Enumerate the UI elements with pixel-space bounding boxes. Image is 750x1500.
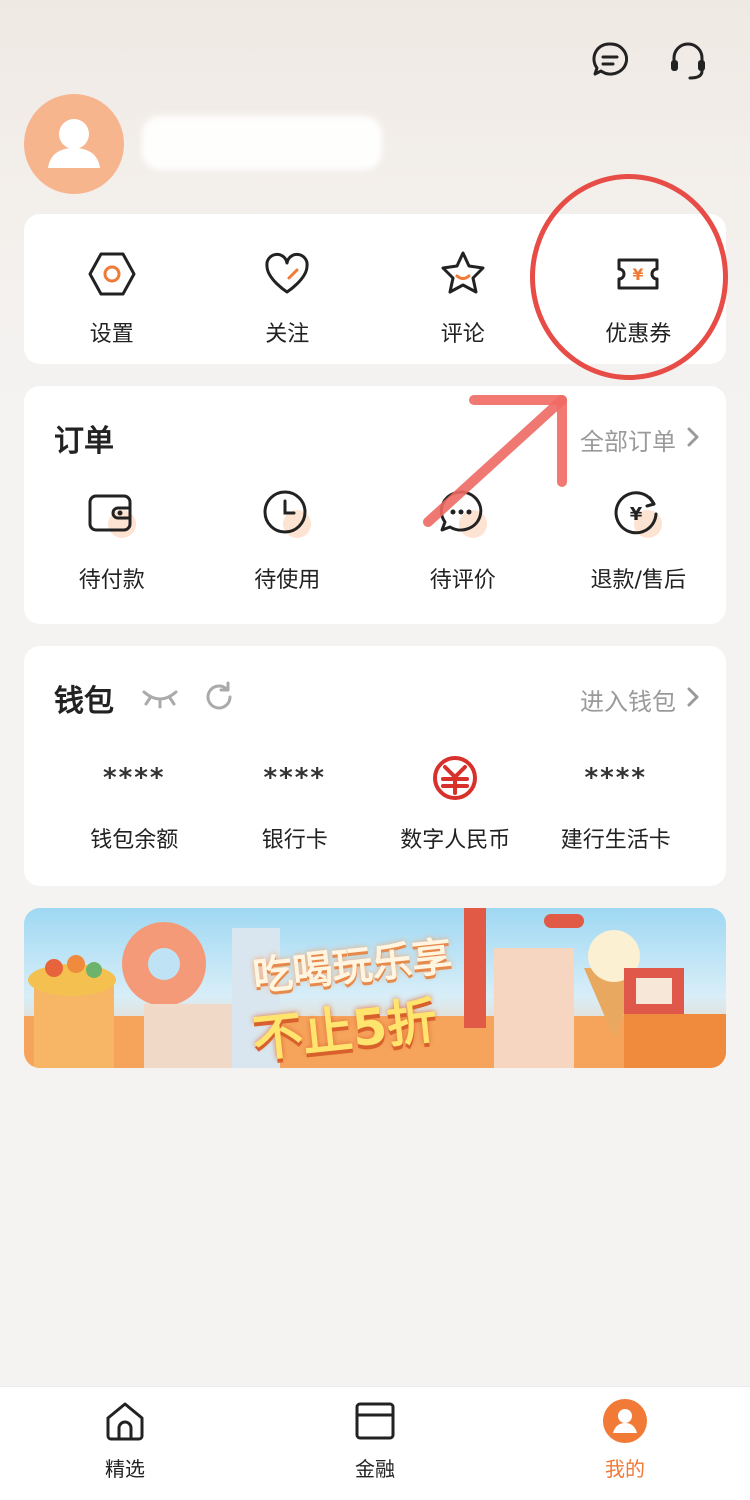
order-label: 待付款 <box>78 568 145 593</box>
card-icon <box>349 1395 401 1447</box>
message-icon[interactable] <box>586 36 634 84</box>
digital-rmb-icon <box>432 756 478 800</box>
wallet-card: 钱包 进入钱包 **** 钱包余额 **** 银行卡 数字人民币 **** 建行… <box>24 646 726 886</box>
settings-hexagon-icon <box>84 246 140 302</box>
tab-finance[interactable]: 金融 <box>250 1387 500 1500</box>
wallet-row: **** 钱包余额 **** 银行卡 数字人民币 **** 建行生活卡 <box>54 756 697 854</box>
quick-label: 评论 <box>440 322 485 347</box>
username-redacted <box>142 116 382 170</box>
coupon-icon: ¥ <box>610 246 666 302</box>
hide-eye-icon[interactable] <box>140 682 180 714</box>
clock-icon <box>255 482 319 546</box>
heart-icon <box>259 246 315 302</box>
order-to-use[interactable]: 待使用 <box>200 482 376 594</box>
tab-label: 我的 <box>605 1457 645 1481</box>
order-label: 退款/售后 <box>590 568 686 593</box>
wallet-label: 建行生活卡 <box>560 828 671 853</box>
wallet-balance[interactable]: **** 钱包余额 <box>54 758 215 854</box>
svg-text:¥: ¥ <box>630 504 643 525</box>
wallet-bank-card[interactable]: **** 银行卡 <box>215 758 376 854</box>
quick-label: 设置 <box>89 322 134 347</box>
quick-review[interactable]: 评论 <box>375 214 551 364</box>
wallet-life-card[interactable]: **** 建行生活卡 <box>536 758 697 854</box>
quick-settings[interactable]: 设置 <box>24 214 200 364</box>
quick-actions-card: 设置 关注 评论 ¥ 优惠券 <box>24 214 726 364</box>
wallet-title: 钱包 <box>54 684 114 719</box>
tab-label: 金融 <box>355 1457 395 1481</box>
tab-mine[interactable]: 我的 <box>500 1387 750 1500</box>
header-actions <box>586 36 712 84</box>
wallet-value: **** <box>263 763 326 793</box>
wallet-value: **** <box>584 763 647 793</box>
wallet-value: **** <box>103 763 166 793</box>
order-label: 待使用 <box>254 568 321 593</box>
home-icon <box>99 1395 151 1447</box>
wallet-label: 钱包余额 <box>90 828 179 853</box>
orders-title: 订单 <box>54 424 114 459</box>
quick-label: 优惠券 <box>605 322 672 347</box>
star-icon <box>435 246 491 302</box>
wallet-icon <box>80 482 144 546</box>
chat-bubble-icon <box>431 482 495 546</box>
chevron-right-icon <box>684 685 702 715</box>
svg-text:¥: ¥ <box>633 265 644 284</box>
order-label: 待评价 <box>429 568 496 593</box>
refresh-icon[interactable] <box>202 680 236 718</box>
refund-icon: ¥ <box>606 482 670 546</box>
tab-label: 精选 <box>105 1457 145 1481</box>
order-refund[interactable]: ¥ 退款/售后 <box>551 482 727 594</box>
quick-label: 关注 <box>265 322 310 347</box>
chevron-right-icon <box>684 425 702 455</box>
order-pending-payment[interactable]: 待付款 <box>24 482 200 594</box>
enter-wallet-label: 进入钱包 <box>580 688 676 716</box>
customer-service-icon[interactable] <box>664 36 712 84</box>
profile-icon <box>599 1395 651 1447</box>
orders-card: 订单 全部订单 待付款 待使用 待评价 ¥ 退款/售后 <box>24 386 726 624</box>
all-orders-label: 全部订单 <box>580 428 676 456</box>
avatar[interactable] <box>24 94 124 194</box>
quick-coupon[interactable]: ¥ 优惠券 <box>551 214 727 364</box>
tab-featured[interactable]: 精选 <box>0 1387 250 1500</box>
wallet-digital-rmb[interactable]: 数字人民币 <box>375 756 536 854</box>
promo-banner[interactable]: 吃喝玩乐享 不止5折 <box>24 908 726 1068</box>
wallet-label: 数字人民币 <box>400 828 511 853</box>
quick-follow[interactable]: 关注 <box>200 214 376 364</box>
all-orders-link[interactable]: 全部订单 <box>580 422 702 457</box>
enter-wallet-link[interactable]: 进入钱包 <box>580 682 702 717</box>
wallet-label: 银行卡 <box>261 828 328 853</box>
orders-row: 待付款 待使用 待评价 ¥ 退款/售后 <box>24 482 726 594</box>
bottom-tab-bar: 精选 金融 我的 <box>0 1386 750 1500</box>
order-to-review[interactable]: 待评价 <box>375 482 551 594</box>
